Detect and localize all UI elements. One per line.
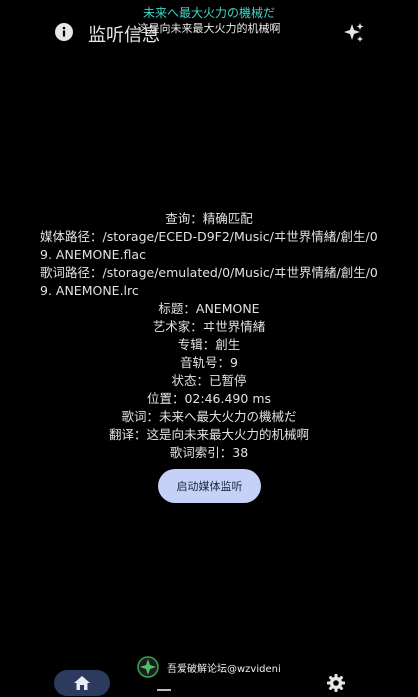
top-app-bar: 监听信息 <box>0 16 418 48</box>
current-translation: 翻译：这是向未来最大火力的机械啊 <box>108 427 309 442</box>
nav-home[interactable] <box>54 670 110 696</box>
start-media-listener-button[interactable]: 启动媒体监听 <box>158 469 261 503</box>
listener-info-panel: 查询：精确匹配 媒体路径：/storage/ECED-D9F2/Music/ヰ世… <box>40 210 378 462</box>
track-artist: 艺术家：ヰ世界情緒 <box>152 319 266 334</box>
media-path: 媒体路径：/storage/ECED-D9F2/Music/ヰ世界情緒/創生/0… <box>40 229 378 262</box>
gear-icon[interactable] <box>326 673 346 693</box>
home-icon <box>74 676 90 690</box>
track-album: 专辑：創生 <box>177 337 241 352</box>
current-lyric: 歌词：未来へ最大火力の機械だ <box>121 409 297 424</box>
nav-indicator <box>157 689 171 691</box>
query-mode: 查询：精确匹配 <box>165 211 253 226</box>
page-title: 监听信息 <box>88 25 160 46</box>
playback-status: 状态：已暂停 <box>171 373 247 388</box>
sparkle-icon[interactable] <box>343 22 365 44</box>
playback-position: 位置：02:46.490 ms <box>146 391 272 406</box>
info-icon[interactable] <box>54 22 74 42</box>
lyric-index: 歌词索引：38 <box>169 445 249 460</box>
lyric-path: 歌词路径：/storage/emulated/0/Music/ヰ世界情緒/創生/… <box>40 265 378 298</box>
track-number: 音轨号：9 <box>180 355 238 370</box>
track-title: 标题：ANEMONE <box>158 301 260 316</box>
